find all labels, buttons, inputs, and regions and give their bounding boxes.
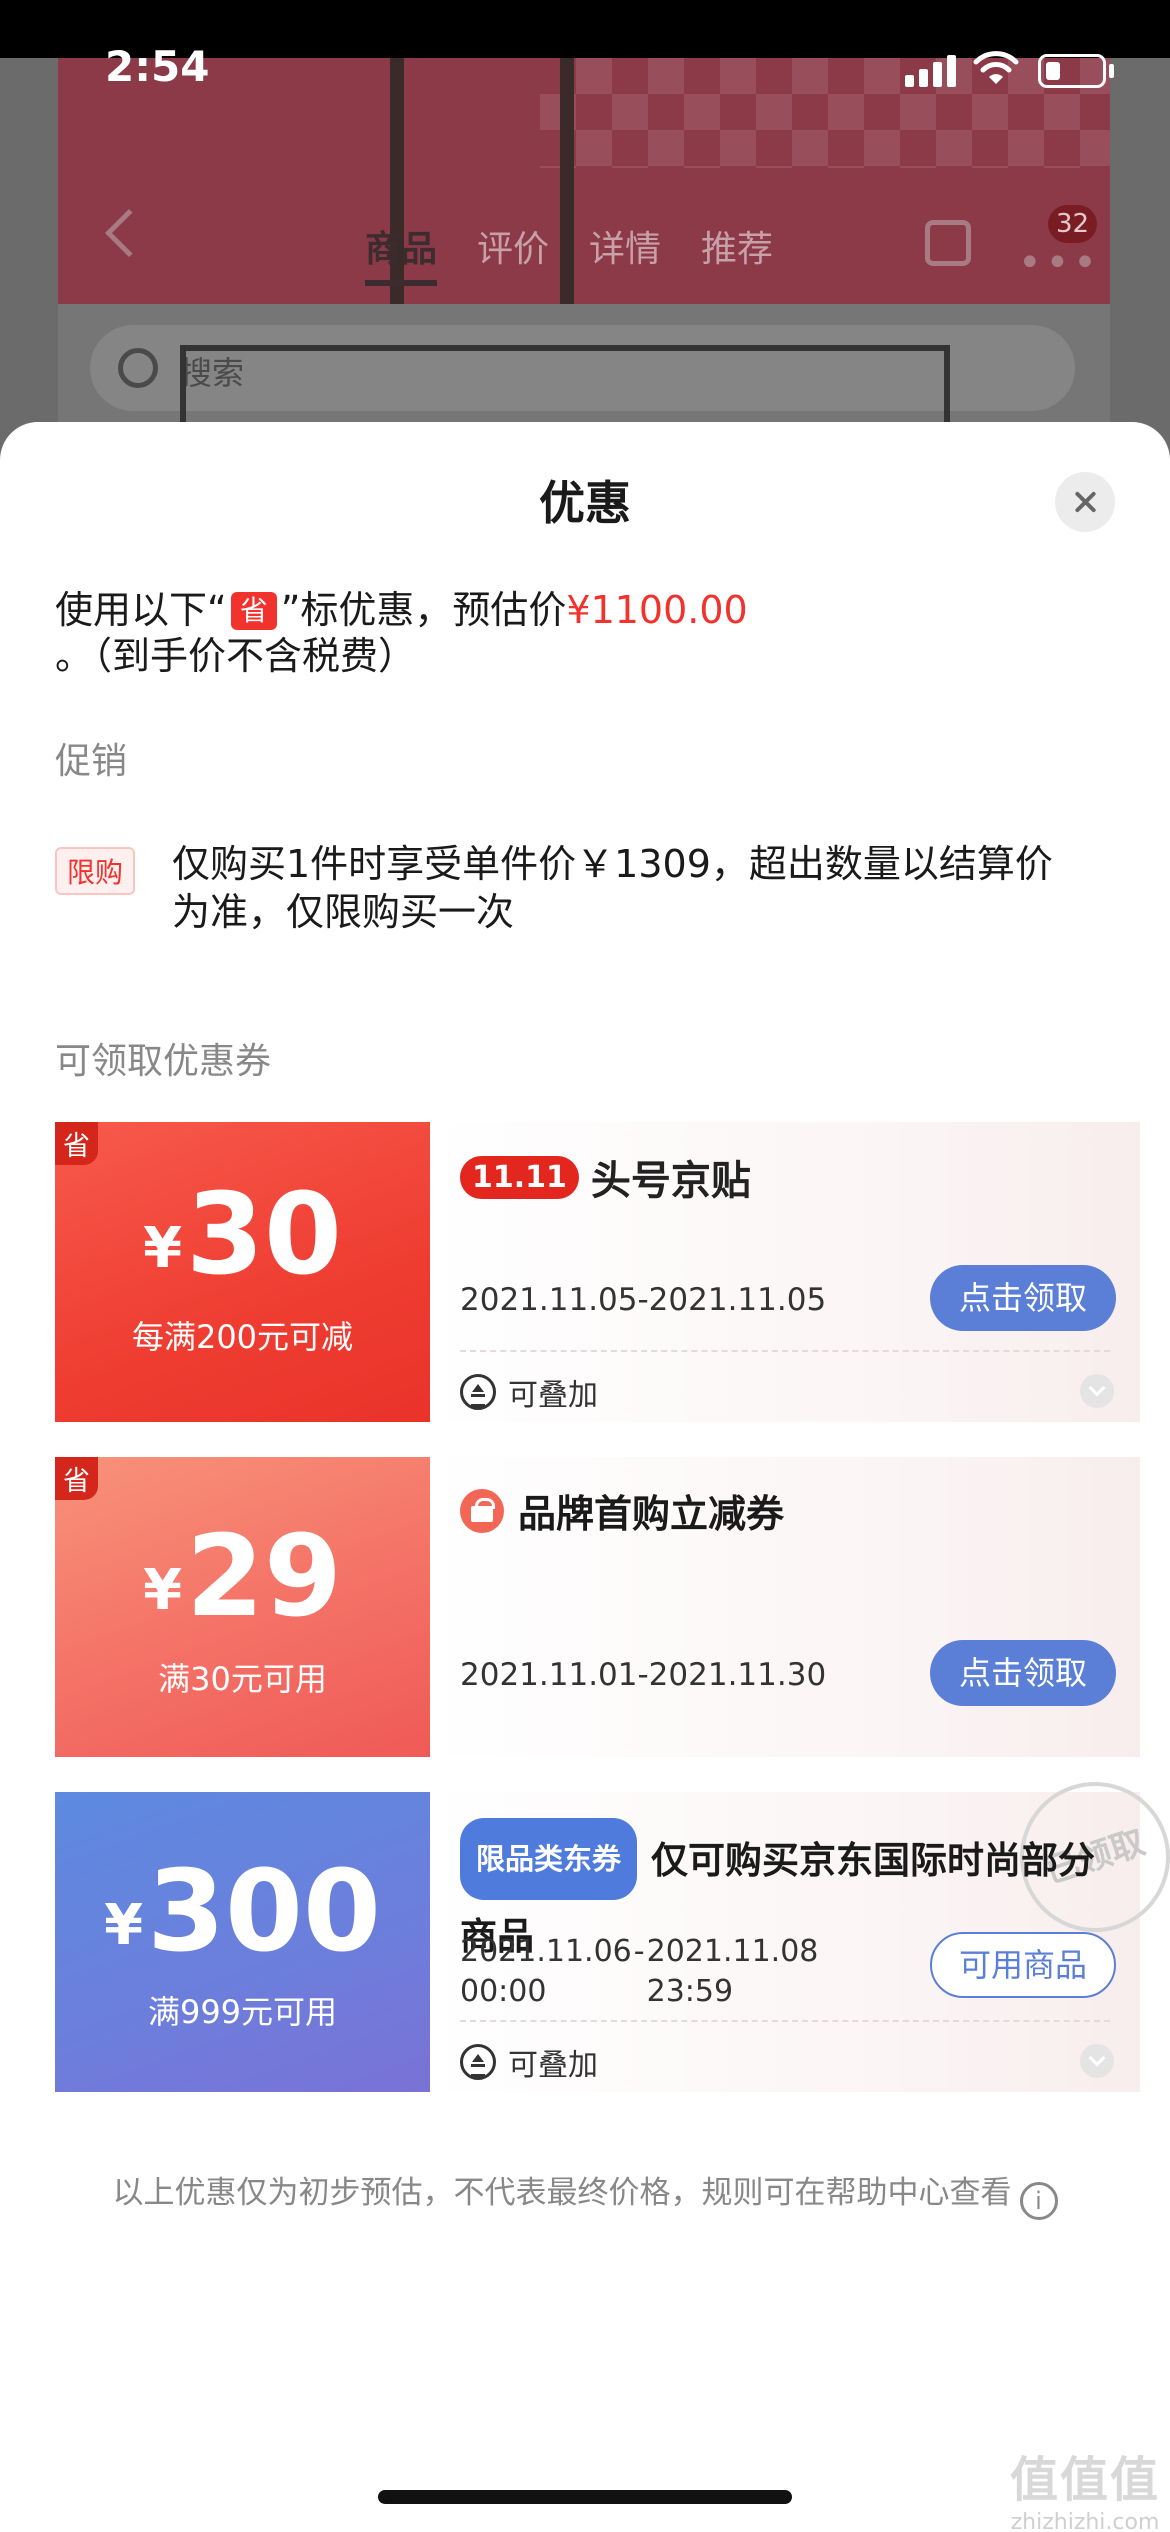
coupon-amount-value: 300 [147,1847,381,1977]
chevron-down-icon[interactable] [1080,2044,1114,2078]
currency-symbol: ¥ [143,1216,183,1281]
coupon-title: 品牌首购立减券 [518,1492,785,1536]
start-time: 00:00 [460,1974,547,2009]
end-date: 2021.11.08 [646,1934,819,1969]
estimate-middle: ”标优惠，预估价 [280,588,567,632]
coupon-info-panel: 11.11 头号京贴 2021.11.05-2021.11.05 点击领取 可叠… [430,1122,1140,1422]
tab-details: 详情 [589,229,662,270]
estimated-price: ¥1100.00 [566,588,748,632]
coupon-date-range: 2021.11.01-2021.11.30 [460,1657,827,1693]
background-pattern [540,58,1110,168]
sheet-title: 优惠 [539,476,631,530]
category-coupon-tag: 限品类东券 [460,1818,638,1900]
save-corner-tag: 省 [55,1122,98,1165]
estimate-prefix: 使用以下“ [55,588,227,632]
coupon-condition: 每满200元可减 [131,1318,354,1356]
coupon-amount: ¥29 [55,1512,430,1642]
coupon-amount-value: 30 [186,1170,342,1300]
battery-cap [1109,64,1114,78]
background-tabs: 商品 评价 详情 推荐 [365,220,773,286]
coupon-date-range: 2021.11.05-2021.11.05 [460,1282,827,1318]
disclaimer-text: 以上优惠仅为初步预估，不代表最终价格，规则可在帮助中心查看 [112,2175,1012,2211]
coupon-info-panel: 品牌首购立减券 2021.11.01-2021.11.30 点击领取 [430,1457,1140,1757]
claim-button[interactable]: 点击领取 [930,1265,1116,1331]
save-corner-tag: 省 [55,1457,98,1500]
estimate-suffix: 。（到手价不含税费） [55,634,417,678]
coupon-card: ¥300 满999元可用 已领取 限品类东券 仅可购买京东国际时尚部分商品 202… [55,1762,1170,2092]
promo-description: 仅购买1件时享受单件价￥1309，超出数量以结算价为准，仅限购买一次 [172,842,1053,934]
close-button[interactable] [1055,472,1115,532]
disclaimer-note: 以上优惠仅为初步预估，不代表最终价格，规则可在帮助中心查看 i [0,2167,1170,2220]
watermark-domain: zhizhizhi.com [1010,2510,1160,2532]
stackable-icon [460,2044,496,2080]
wifi-icon [973,51,1019,84]
coupon-amount: ¥30 [55,1170,430,1300]
tab-reviews: 评价 [477,229,550,270]
tab-recommend: 推荐 [701,229,774,270]
stackable-label: 可叠加 [460,1370,598,1414]
watermark-glyph: 值值值 [1010,2452,1161,2508]
eligible-products-button[interactable]: 可用商品 [930,1932,1116,1998]
coupon-amount-value: 29 [186,1512,342,1642]
price-estimate-text: 使用以下“ 省 ”标优惠，预估价¥1100.00 。（到手价不含税费） [55,587,1115,679]
discount-sheet: 优惠 使用以下“ 省 ”标优惠，预估价¥1100.00 。（到手价不含税费） 促销 … [0,422,1170,2532]
purchase-limit-tag: 限购 [55,847,136,895]
stackable-text: 可叠加 [508,2048,598,2083]
share-icon [925,220,971,266]
currency-symbol: ¥ [104,1893,144,1958]
coupon-amount: ¥300 [55,1847,430,1977]
status-time: 2:54 [105,42,210,91]
cellular-signal-icon [905,55,956,87]
coupon-date-range: 2021.11.06 00:00 - 2021.11.08 23:59 [460,1932,818,2012]
gift-icon [460,1488,504,1533]
coupon-card: 省 ¥29 满30元可用 品牌首购立减券 2021.11.01-2021.11.… [55,1457,1140,1757]
more-icon: ••• [1018,240,1101,286]
coupon-condition: 满30元可用 [158,1660,327,1698]
coupon-title: 头号京贴 [590,1158,751,1204]
currency-symbol: ¥ [143,1558,183,1623]
promo-section-label: 促销 [55,741,128,782]
stackable-icon [460,1374,496,1410]
coupon-info-panel: 已领取 限品类东券 仅可购买京东国际时尚部分商品 2021.11.06 00:00… [430,1762,1170,2092]
stackable-text: 可叠加 [508,1378,598,1413]
save-tag: 省 [230,592,277,630]
coupon-value-panel: ¥300 满999元可用 [55,1792,430,2092]
coupon-section-label: 可领取优惠券 [55,1041,272,1082]
claim-button[interactable]: 点击领取 [930,1640,1116,1706]
coupon-title-row: 品牌首购立减券 [460,1483,784,1538]
tab-goods: 商品 [365,220,438,286]
jd-subsidy-logo: 11.11 头号京贴 [460,1148,751,1206]
coupon-value-panel: ¥29 满30元可用 [55,1457,430,1757]
end-time: 23:59 [646,1974,734,2009]
message-count-badge: 32 [1048,205,1098,243]
date-separator: - [633,1934,645,1969]
coupon-condition: 满999元可用 [147,1993,338,2031]
coupon-card: 省 ¥30 每满200元可减 11.11 头号京贴 2021.11.05-202… [55,1122,1140,1422]
info-icon[interactable]: i [1019,2182,1058,2220]
stackable-label: 可叠加 [460,2040,598,2084]
chevron-down-icon[interactable] [1080,1374,1114,1408]
home-indicator[interactable] [378,2490,792,2504]
site-watermark: 值值值 zhizhizhi.com [1010,2440,1160,2532]
divider [460,1350,1110,1352]
start-date: 2021.11.06 [460,1934,632,1969]
double-eleven-badge: 11.11 [460,1155,579,1199]
divider [460,2020,1110,2022]
battery-icon [1038,54,1106,88]
coupon-value-panel: ¥30 每满200元可减 [55,1122,430,1422]
search-icon [118,348,158,388]
